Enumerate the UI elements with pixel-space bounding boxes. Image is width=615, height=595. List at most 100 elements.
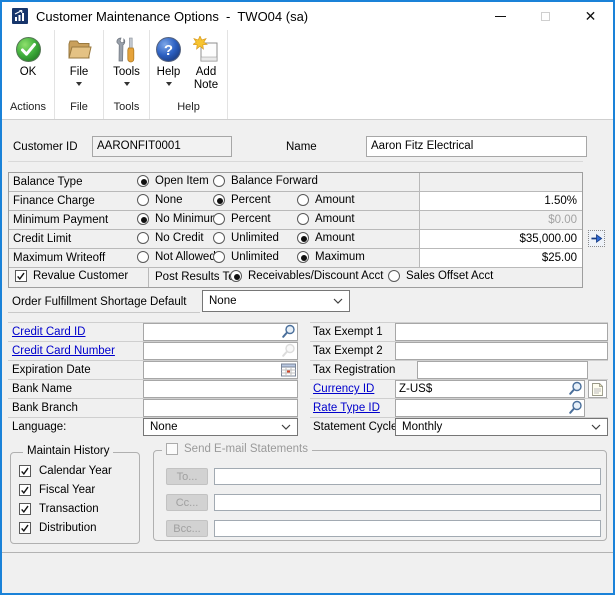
credit-card-number-field[interactable] bbox=[143, 342, 298, 360]
fiscal-year-label: Fiscal Year bbox=[39, 484, 95, 496]
order-fulfillment-value: None bbox=[209, 295, 237, 307]
row-rate-type-id: Rate Type ID bbox=[310, 399, 608, 418]
radio-icon bbox=[297, 213, 309, 225]
tax-exempt-2-field[interactable] bbox=[395, 342, 608, 360]
radio-unlimited[interactable]: Unlimited bbox=[213, 232, 279, 244]
credit-limit-expansion-button[interactable] bbox=[588, 230, 605, 247]
radio-no-minimum[interactable]: No Minimum bbox=[137, 213, 220, 225]
radio-amount[interactable]: Amount bbox=[297, 232, 355, 244]
radio-percent[interactable]: Percent bbox=[213, 194, 271, 206]
magnifier-icon[interactable] bbox=[568, 400, 583, 418]
row-credit-card-number: Credit Card Number bbox=[8, 342, 298, 361]
status-divider bbox=[2, 552, 613, 553]
calendar-icon[interactable] bbox=[281, 363, 296, 380]
maintain-history-group: Maintain History Calendar Year Fiscal Ye… bbox=[10, 452, 140, 544]
statement-cycle-dropdown[interactable]: Monthly bbox=[395, 418, 608, 436]
currency-id-link[interactable]: Currency ID bbox=[313, 383, 374, 395]
calendar-year-label: Calendar Year bbox=[39, 465, 112, 477]
revalue-customer-checkbox[interactable]: Revalue Customer bbox=[15, 270, 128, 282]
row-expiration-date: Expiration Date bbox=[8, 361, 298, 380]
radio-icon bbox=[230, 270, 242, 282]
radio-sales-offset-acct[interactable]: Sales Offset Acct bbox=[388, 270, 493, 282]
minimum-payment-label: Minimum Payment bbox=[13, 214, 108, 226]
expiration-date-field[interactable] bbox=[143, 361, 298, 379]
expiration-date-label: Expiration Date bbox=[12, 364, 91, 376]
radio-percent[interactable]: Percent bbox=[213, 213, 271, 225]
radio-not-allowed[interactable]: Not Allowed bbox=[137, 251, 216, 263]
rate-type-id-field[interactable] bbox=[395, 399, 585, 417]
name-field[interactable]: Aaron Fitz Electrical bbox=[366, 136, 587, 157]
name-label: Name bbox=[286, 141, 317, 153]
radio-amount[interactable]: Amount bbox=[297, 194, 355, 206]
tax-registration-field[interactable] bbox=[417, 361, 588, 379]
maximum-writeoff-value-field[interactable]: $25.00 bbox=[419, 249, 582, 267]
radio-label: Balance Forward bbox=[231, 175, 318, 187]
transaction-checkbox[interactable]: Transaction bbox=[19, 503, 99, 515]
currency-id-field[interactable]: Z-US$ bbox=[395, 380, 585, 398]
add-note-button[interactable]: Add Note bbox=[190, 36, 222, 92]
green-check-icon bbox=[15, 36, 42, 63]
credit-card-id-field[interactable] bbox=[143, 323, 298, 341]
file-button[interactable]: File bbox=[66, 36, 93, 86]
tax-exempt-1-field[interactable] bbox=[395, 323, 608, 341]
radio-label: None bbox=[155, 194, 183, 206]
radio-maximum[interactable]: Maximum bbox=[297, 251, 365, 263]
radio-icon bbox=[213, 232, 225, 244]
radio-label: Maximum bbox=[315, 251, 365, 263]
ribbon-group-label-file: File bbox=[55, 101, 103, 119]
send-email-checkbox bbox=[166, 443, 178, 455]
radio-label: Amount bbox=[315, 232, 355, 244]
radio-balance-forward[interactable]: Balance Forward bbox=[213, 175, 318, 187]
rate-type-id-link[interactable]: Rate Type ID bbox=[313, 402, 380, 414]
balance-type-value-cell bbox=[419, 173, 582, 191]
ok-button[interactable]: OK bbox=[15, 36, 42, 79]
row-minimum-payment: Minimum Payment No Minimum Percent Amoun… bbox=[9, 211, 582, 230]
finance-charge-label: Finance Charge bbox=[13, 195, 95, 207]
maximize-button bbox=[523, 2, 568, 30]
customer-id-field[interactable]: AARONFIT0001 bbox=[92, 136, 232, 157]
bank-branch-field[interactable] bbox=[143, 399, 298, 417]
fiscal-year-checkbox[interactable]: Fiscal Year bbox=[19, 484, 95, 496]
row-language: Language: None bbox=[8, 418, 298, 437]
radio-none[interactable]: None bbox=[137, 194, 183, 206]
tools-button-label: Tools bbox=[113, 66, 140, 79]
language-dropdown[interactable]: None bbox=[143, 418, 298, 436]
checkbox-icon bbox=[19, 465, 31, 477]
magnifier-icon[interactable] bbox=[568, 381, 583, 399]
bank-name-field[interactable] bbox=[143, 380, 298, 398]
finance-charge-value-field[interactable]: 1.50% bbox=[419, 192, 582, 210]
ribbon-group-help: ? Help Add Note Help bbox=[150, 30, 228, 119]
radio-open-item[interactable]: Open Item bbox=[137, 175, 209, 187]
order-fulfillment-dropdown[interactable]: None bbox=[202, 290, 350, 312]
minimize-button[interactable] bbox=[478, 2, 523, 30]
radio-icon bbox=[137, 213, 149, 225]
disabled-lookup-icon bbox=[281, 343, 296, 361]
minimum-payment-value-field: $0.00 bbox=[419, 211, 582, 229]
radio-icon bbox=[213, 175, 225, 187]
credit-card-number-link[interactable]: Credit Card Number bbox=[12, 345, 115, 357]
tax-exempt-2-label: Tax Exempt 2 bbox=[313, 345, 383, 357]
row-finance-charge: Finance Charge None Percent Amount 1.50% bbox=[9, 192, 582, 211]
magnifier-icon[interactable] bbox=[281, 324, 296, 342]
distribution-checkbox[interactable]: Distribution bbox=[19, 522, 97, 534]
radio-no-credit[interactable]: No Credit bbox=[137, 232, 204, 244]
checkbox-icon bbox=[15, 270, 27, 282]
customer-id-label: Customer ID bbox=[13, 141, 78, 153]
radio-unlimited[interactable]: Unlimited bbox=[213, 251, 279, 263]
help-button[interactable]: ? Help bbox=[155, 36, 182, 86]
currency-note-button[interactable] bbox=[588, 380, 607, 398]
window-controls: ✕ bbox=[478, 2, 613, 30]
credit-card-id-link[interactable]: Credit Card ID bbox=[12, 326, 86, 338]
maximize-icon bbox=[541, 12, 550, 21]
radio-label: Open Item bbox=[155, 175, 209, 187]
row-tax-exempt-1: Tax Exempt 1 bbox=[310, 323, 608, 342]
header-divider bbox=[8, 161, 583, 162]
tools-button[interactable]: Tools bbox=[113, 36, 140, 86]
close-button[interactable]: ✕ bbox=[568, 2, 613, 30]
order-fulfillment-underline bbox=[8, 312, 200, 313]
radio-receivables-discount-acct[interactable]: Receivables/Discount Acct bbox=[230, 270, 384, 282]
calendar-year-checkbox[interactable]: Calendar Year bbox=[19, 465, 112, 477]
radio-amount[interactable]: Amount bbox=[297, 213, 355, 225]
credit-limit-value-field[interactable]: $35,000.00 bbox=[419, 230, 582, 248]
send-email-label: Send E-mail Statements bbox=[184, 443, 308, 455]
